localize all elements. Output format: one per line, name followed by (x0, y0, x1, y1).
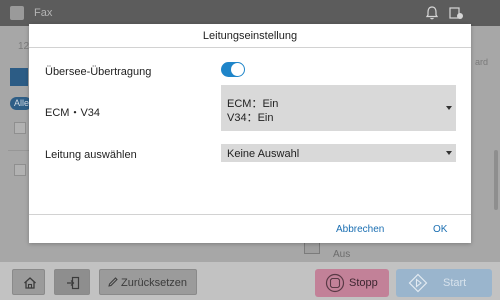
overseas-toggle[interactable] (221, 62, 245, 77)
v34-value: V34：Ein (227, 112, 274, 124)
ecm-v34-label: ECM・V34 (45, 107, 101, 119)
ok-button[interactable]: OK (433, 224, 447, 235)
cancel-button[interactable]: Abbrechen (336, 224, 384, 235)
background-side-button (10, 68, 28, 86)
logout-button[interactable] (54, 269, 90, 295)
overseas-label: Übersee-Übertragung (45, 66, 152, 78)
chevron-down-icon (446, 151, 452, 155)
home-button[interactable] (12, 269, 45, 295)
dialog-footer-divider (29, 214, 471, 215)
app-title: Fax (34, 7, 53, 19)
logout-icon (67, 276, 80, 290)
background-checkbox (14, 164, 26, 176)
line-select-value: Keine Auswahl (227, 148, 300, 160)
start-button[interactable]: Start (396, 269, 492, 297)
line-settings-dialog: Leitungseinstellung Übersee-Übertragung … (29, 24, 471, 243)
reset-button[interactable]: Zurücksetzen (99, 269, 197, 295)
start-button-label: Start (443, 277, 467, 289)
background-scrollbar (494, 150, 498, 210)
dialog-title-divider (29, 47, 471, 48)
stop-button[interactable]: Stopp (315, 269, 389, 297)
start-icon (408, 273, 428, 293)
stop-button-label: Stopp (349, 277, 378, 289)
stop-icon (325, 273, 345, 293)
dialog-title: Leitungseinstellung (202, 30, 298, 42)
top-bar: Fax (0, 0, 500, 26)
background-right-text: ard (475, 57, 489, 67)
background-divider (8, 150, 30, 151)
status-icon[interactable] (448, 5, 464, 21)
line-select-dropdown[interactable]: Keine Auswahl (221, 144, 456, 162)
home-icon (24, 277, 36, 289)
bell-icon[interactable] (424, 5, 440, 21)
line-select-label: Leitung auswählen (45, 149, 137, 161)
fax-app-icon (10, 6, 24, 20)
toggle-knob (231, 63, 244, 76)
background-checkbox (14, 122, 26, 134)
pencil-icon (108, 277, 118, 287)
background-item-value: Aus (333, 249, 351, 260)
ecm-v34-select[interactable]: ECM：Ein V34：Ein (221, 85, 456, 131)
reset-button-label: Zurücksetzen (121, 277, 188, 289)
chevron-down-icon (446, 106, 452, 110)
